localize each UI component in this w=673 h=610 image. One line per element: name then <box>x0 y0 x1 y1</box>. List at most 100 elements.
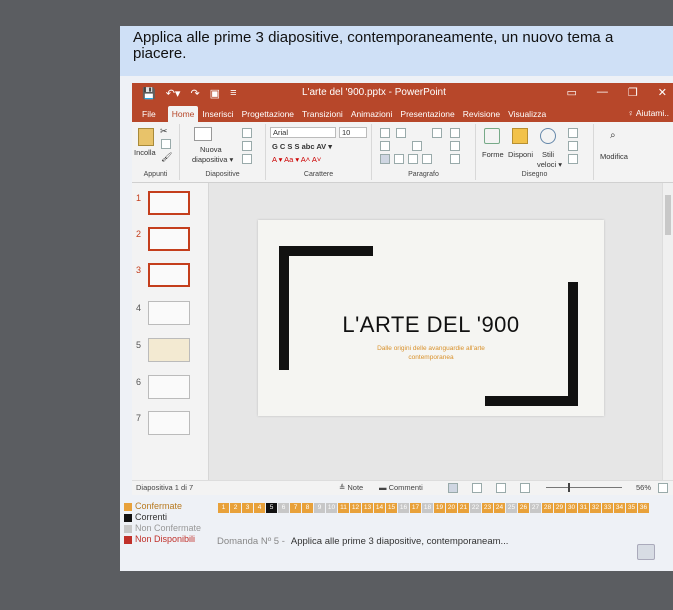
question-number-5[interactable]: 5 <box>266 503 277 513</box>
paste-button[interactable]: Incolla <box>134 148 156 157</box>
tab-slideshow[interactable]: Presentazione <box>396 106 458 122</box>
numbering-icon[interactable] <box>396 128 406 138</box>
paste-icon[interactable] <box>138 128 154 146</box>
font-style-buttons[interactable]: G C S S abc AV ▾ <box>272 142 332 151</box>
slide-canvas[interactable]: L'ARTE DEL '900 Dalle origini delle avan… <box>258 220 604 416</box>
close-icon[interactable]: ✕ <box>658 86 667 99</box>
shapes-button[interactable]: Forme <box>482 150 504 159</box>
thumbnail-row[interactable]: 3 <box>132 263 208 293</box>
ribbon-display-icon[interactable]: ▭ <box>567 86 577 99</box>
reset-icon[interactable] <box>242 141 252 151</box>
text-direction-icon[interactable] <box>450 128 460 138</box>
tab-home[interactable]: Home <box>167 106 199 122</box>
question-number-7[interactable]: 7 <box>290 503 301 513</box>
section-icon[interactable] <box>242 154 252 164</box>
shapes-icon[interactable] <box>484 128 500 144</box>
new-slide-icon[interactable] <box>194 127 212 141</box>
slide-thumbnail-2[interactable] <box>148 227 190 251</box>
font-color-buttons[interactable]: A ▾ Aa ▾ A˄ A˅ <box>272 155 321 164</box>
slide-thumbnail-3[interactable] <box>148 263 190 287</box>
question-number-2[interactable]: 2 <box>230 503 241 513</box>
restore-icon[interactable]: ❐ <box>628 86 638 99</box>
question-number-33[interactable]: 33 <box>602 503 613 513</box>
slide-thumbnail-5[interactable] <box>148 338 190 362</box>
tab-view[interactable]: Visualizza <box>504 106 550 122</box>
tab-transitions[interactable]: Transizioni <box>298 106 347 122</box>
question-number-24[interactable]: 24 <box>494 503 505 513</box>
comments-button[interactable]: ▬ Commenti <box>379 483 423 492</box>
thumbnail-row[interactable]: 6 <box>132 375 208 405</box>
question-number-26[interactable]: 26 <box>518 503 529 513</box>
find-icon[interactable]: ⌕ <box>610 130 616 141</box>
shape-fill-icon[interactable] <box>568 128 578 138</box>
question-number-27[interactable]: 27 <box>530 503 541 513</box>
normal-view-icon[interactable] <box>448 483 458 493</box>
question-number-32[interactable]: 32 <box>590 503 601 513</box>
notes-button[interactable]: ≜ Note <box>339 483 363 492</box>
scrollbar-thumb[interactable] <box>665 195 671 235</box>
question-number-4[interactable]: 4 <box>254 503 265 513</box>
thumbnail-row[interactable]: 7 <box>132 411 208 441</box>
slide-thumbnail-1[interactable] <box>148 191 190 215</box>
tab-review[interactable]: Revisione <box>459 106 504 122</box>
question-number-13[interactable]: 13 <box>362 503 373 513</box>
undo-icon[interactable]: ↶▾ <box>166 87 181 100</box>
arrange-button[interactable]: Disponi <box>508 150 533 159</box>
slide-thumbnail-7[interactable] <box>148 411 190 435</box>
question-number-18[interactable]: 18 <box>422 503 433 513</box>
cut-icon[interactable]: ✂ <box>160 126 168 137</box>
question-number-1[interactable]: 1 <box>218 503 229 513</box>
question-number-25[interactable]: 25 <box>506 503 517 513</box>
thumbnail-row[interactable]: 1 <box>132 191 208 221</box>
redo-icon[interactable]: ↷ <box>190 87 199 100</box>
font-size-input[interactable]: 10 <box>339 127 367 138</box>
question-number-6[interactable]: 6 <box>278 503 289 513</box>
align-text-icon[interactable] <box>450 141 460 151</box>
thumbnail-row[interactable]: 4 <box>132 301 208 331</box>
question-number-19[interactable]: 19 <box>434 503 445 513</box>
arrange-icon[interactable] <box>512 128 528 144</box>
zoom-slider-thumb[interactable] <box>568 483 570 492</box>
slide-thumbnail-6[interactable] <box>148 375 190 399</box>
question-number-34[interactable]: 34 <box>614 503 625 513</box>
question-number-15[interactable]: 15 <box>386 503 397 513</box>
smartart-icon[interactable] <box>450 154 460 164</box>
question-number-30[interactable]: 30 <box>566 503 577 513</box>
quick-styles-button[interactable]: Stili <box>542 150 554 159</box>
copy-icon[interactable] <box>161 139 171 149</box>
question-number-23[interactable]: 23 <box>482 503 493 513</box>
question-number-11[interactable]: 11 <box>338 503 349 513</box>
quick-styles-dropdown[interactable]: veloci ▾ <box>537 160 562 169</box>
bullets-icon[interactable] <box>380 128 390 138</box>
slide-subtitle[interactable]: Dalle origini delle avanguardie all'arte… <box>258 344 604 362</box>
question-number-31[interactable]: 31 <box>578 503 589 513</box>
minimize-icon[interactable]: — <box>597 86 608 99</box>
slide-title[interactable]: L'ARTE DEL '900 <box>258 312 604 338</box>
question-number-22[interactable]: 22 <box>470 503 481 513</box>
question-number-36[interactable]: 36 <box>638 503 649 513</box>
present-icon[interactable]: ▣ <box>210 87 220 100</box>
question-number-35[interactable]: 35 <box>626 503 637 513</box>
justify-icon[interactable] <box>422 154 432 164</box>
new-slide-button[interactable]: Nuova <box>200 145 222 154</box>
slide-thumbnail-4[interactable] <box>148 301 190 325</box>
thumbnail-row[interactable]: 5 <box>132 338 208 368</box>
align-center-icon[interactable] <box>394 154 404 164</box>
sorter-view-icon[interactable] <box>472 483 482 493</box>
layout-icon[interactable] <box>242 128 252 138</box>
question-number-16[interactable]: 16 <box>398 503 409 513</box>
question-number-29[interactable]: 29 <box>554 503 565 513</box>
help-search[interactable]: ♀ Aiutami.. <box>628 108 669 118</box>
slideshow-view-icon[interactable] <box>520 483 530 493</box>
question-number-17[interactable]: 17 <box>410 503 421 513</box>
zoom-level[interactable]: 56% <box>636 483 651 492</box>
columns-icon[interactable] <box>412 141 422 151</box>
format-painter-icon[interactable]: 🖌 <box>161 152 172 163</box>
vertical-scrollbar[interactable] <box>662 183 673 481</box>
question-number-9[interactable]: 9 <box>314 503 325 513</box>
tab-animations[interactable]: Animazioni <box>347 106 397 122</box>
indent-icon[interactable] <box>380 141 390 151</box>
align-right-icon[interactable] <box>408 154 418 164</box>
question-number-3[interactable]: 3 <box>242 503 253 513</box>
shape-outline-icon[interactable] <box>568 141 578 151</box>
